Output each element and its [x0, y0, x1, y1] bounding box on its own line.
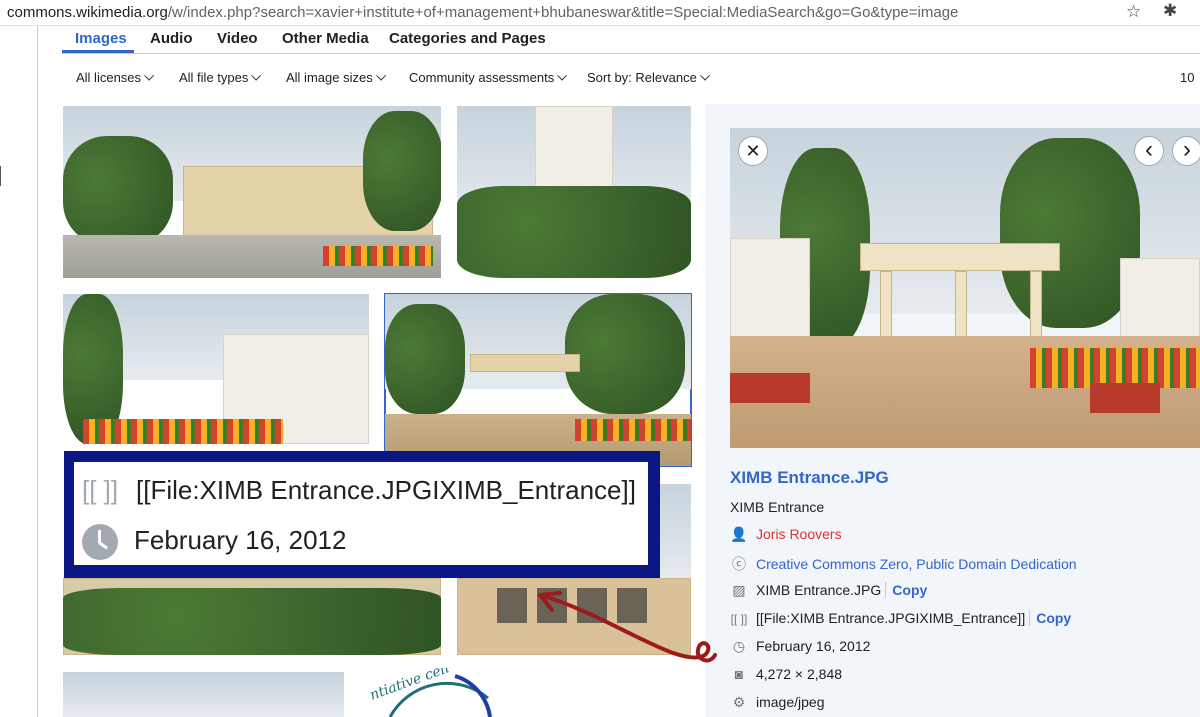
copy-wikitext-button[interactable]: Copy: [1029, 610, 1072, 626]
cc-icon: ⓒ: [732, 556, 746, 572]
next-button[interactable]: ›: [1172, 136, 1200, 166]
chevron-down-icon: [375, 70, 386, 81]
tab-audio[interactable]: Audio: [150, 30, 193, 47]
clock-icon: [82, 524, 118, 560]
filter-image-sizes[interactable]: All image sizes: [286, 70, 386, 85]
page-root: commons.wikimedia.org/w/index.php?search…: [0, 0, 1200, 717]
result-thumbnail[interactable]: [63, 672, 344, 717]
copy-filename-button[interactable]: Copy: [885, 582, 928, 598]
thumb-sky: [63, 672, 344, 717]
filter-community-assessments[interactable]: Community assessments: [409, 70, 568, 85]
meta-dimensions: ◙ 4,272 × 2,848: [730, 666, 842, 682]
mime-value: image/jpeg: [756, 694, 825, 710]
hero-red-wall: [1090, 383, 1160, 413]
hero-red-wall: [730, 373, 810, 403]
thumb-trees: [565, 294, 685, 414]
close-button[interactable]: ✕: [738, 136, 768, 166]
tab-video[interactable]: Video: [217, 30, 258, 47]
zoom-callout-content: [[ ]] [[File:XIMB Entrance.JPGIXIMB_Entra…: [74, 462, 648, 565]
previous-button[interactable]: ‹: [1134, 136, 1164, 166]
meta-wikitext: [[ ]] [[File:XIMB Entrance.JPGIXIMB_Entra…: [730, 610, 1072, 626]
chevron-down-icon: [557, 70, 568, 81]
thumb-trees: [63, 136, 173, 246]
meta-filename: ▨ XIMB Entrance.JPG Copy: [730, 582, 928, 599]
filter-licenses[interactable]: All licenses: [76, 70, 155, 85]
thumb-flowers: [83, 419, 283, 444]
file-title-link[interactable]: XIMB Entrance.JPG: [730, 468, 889, 488]
url-text[interactable]: commons.wikimedia.org/w/index.php?search…: [7, 4, 958, 21]
file-detail-panel: ✕ ‹ › XIMB Entrance.JPG XIMB Entrance 👤 J…: [706, 104, 1200, 717]
hero-gate-beam: [860, 243, 1060, 271]
filename-value: XIMB Entrance.JPG: [756, 582, 882, 598]
filter-community-label: Community assessments: [409, 70, 555, 85]
result-thumbnail[interactable]: [63, 578, 441, 655]
sort-dropdown[interactable]: Sort by: Relevance: [587, 70, 710, 85]
dimensions-value: 4,272 × 2,848: [756, 666, 843, 682]
extensions-puzzle-icon[interactable]: ✱: [1163, 1, 1177, 21]
bookmark-star-icon[interactable]: ☆: [1126, 2, 1141, 22]
hero-building-left: [730, 238, 810, 348]
tab-images[interactable]: Images: [75, 30, 127, 47]
date-value: February 16, 2012: [756, 638, 871, 654]
filter-licenses-label: All licenses: [76, 70, 142, 85]
camera-icon: ◙: [734, 666, 744, 682]
chevron-down-icon: [251, 70, 262, 81]
sort-label: Sort by: Relevance: [587, 70, 697, 85]
filter-file-types-label: All file types: [179, 70, 249, 85]
wikitext-value: [[File:XIMB Entrance.JPGIXIMB_Entrance]]: [756, 610, 1026, 626]
thumb-trees: [385, 304, 465, 414]
url-path: /w/index.php?search=xavier+institute+of+…: [167, 4, 959, 21]
media-type-tabs: Images Audio Video Other Media Categorie…: [62, 26, 1200, 54]
hero-palm: [1000, 138, 1140, 328]
tab-other-media[interactable]: Other Media: [282, 30, 369, 47]
thumb-flowers: [575, 419, 691, 441]
callout-date-row: February 16, 2012: [82, 524, 346, 560]
file-caption: XIMB Entrance: [730, 499, 825, 515]
active-tab-indicator: [62, 50, 134, 53]
hero-building-right: [1120, 258, 1200, 348]
result-thumbnail[interactable]: [63, 294, 369, 450]
callout-date: February 16, 2012: [134, 524, 347, 555]
result-thumbnail-selected[interactable]: [384, 293, 692, 467]
chevron-down-icon: [699, 70, 710, 81]
tab-categories-and-pages[interactable]: Categories and Pages: [389, 30, 546, 47]
thumb-flowers: [323, 246, 433, 266]
chevron-down-icon: [144, 70, 155, 81]
result-thumbnail[interactable]: [457, 106, 691, 278]
brackets-icon: [[ ]]: [82, 475, 119, 505]
brackets-icon: [[ ]]: [730, 612, 748, 626]
gear-icon: ⚙: [732, 694, 746, 710]
detail-preview-image[interactable]: ✕ ‹ ›: [730, 128, 1200, 448]
meta-author: 👤 Joris Roovers: [730, 526, 842, 543]
person-icon: 👤: [730, 526, 748, 542]
search-filters: All licenses All file types All image si…: [62, 60, 1200, 94]
meta-license: ⓒ Creative Commons Zero, Public Domain De…: [730, 554, 1077, 574]
author-link[interactable]: Joris Roovers: [756, 526, 842, 542]
thumb-trees: [363, 111, 441, 231]
result-count: 10: [1180, 70, 1195, 85]
callout-wikitext-row: [[ ]] [[File:XIMB Entrance.JPGIXIMB_Entra…: [82, 475, 636, 506]
annotation-arrow: [538, 591, 717, 663]
thumb-trees: [457, 186, 691, 278]
meta-mime: ⚙ image/jpeg: [730, 694, 825, 711]
image-icon: ▨: [732, 582, 746, 598]
filter-file-types[interactable]: All file types: [179, 70, 262, 85]
zoom-callout: [[ ]] [[File:XIMB Entrance.JPGIXIMB_Entra…: [64, 451, 660, 578]
result-thumbnail[interactable]: [63, 106, 441, 278]
callout-wikitext: [[File:XIMB Entrance.JPGIXIMB_Entrance]]: [136, 475, 636, 505]
license-link[interactable]: Creative Commons Zero, Public Domain Ded…: [756, 556, 1077, 572]
url-domain: commons.wikimedia.org: [7, 4, 168, 21]
filter-image-sizes-label: All image sizes: [286, 70, 373, 85]
left-sidebar-rail: [0, 26, 38, 717]
result-thumbnail-logo[interactable]: ntiative cell: [360, 668, 500, 717]
arrow-stroke: [538, 593, 717, 663]
thumb-trees: [63, 588, 441, 655]
hero-flowers: [1030, 348, 1200, 388]
browser-url-bar[interactable]: commons.wikimedia.org/w/index.php?search…: [0, 0, 1200, 26]
clock-icon: ◷: [732, 638, 746, 654]
thumb-gate: [470, 354, 580, 372]
sidebar-edge-marker: [0, 166, 4, 186]
meta-date: ◷ February 16, 2012: [730, 638, 871, 655]
